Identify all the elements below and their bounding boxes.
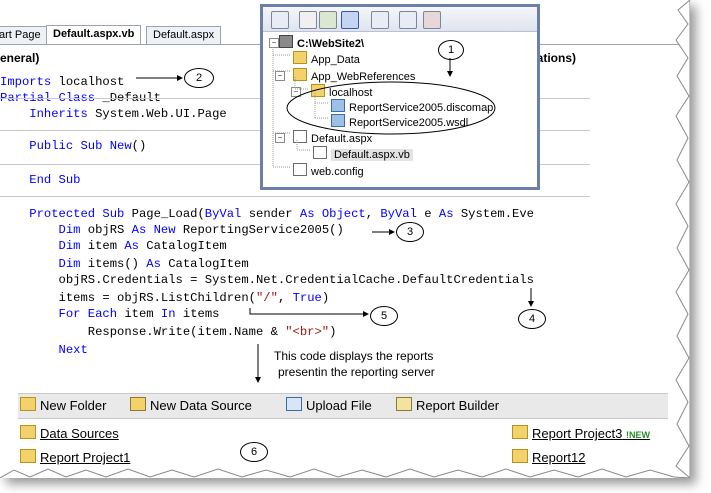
screenshot-frame: art Page Default.aspx.vb Default.aspx en… — [0, 0, 690, 478]
data-source-icon — [130, 397, 146, 411]
folder-icon — [512, 425, 528, 439]
upload-file-button[interactable]: Upload File — [286, 397, 372, 415]
report-item-report-project1[interactable]: Report Project1 — [20, 449, 130, 466]
folder-icon — [20, 397, 36, 411]
folder-icon — [512, 449, 528, 463]
report-manager-toolbar: New Folder New Data Source Upload File R… — [18, 393, 668, 419]
report-item-report12[interactable]: Report12 — [512, 449, 585, 466]
report-builder-button[interactable]: Report Builder — [396, 397, 499, 415]
new-folder-button[interactable]: New Folder — [20, 397, 106, 415]
folder-icon — [20, 449, 36, 463]
report-builder-icon — [396, 397, 412, 411]
new-data-source-button[interactable]: New Data Source — [130, 397, 252, 415]
upload-icon — [286, 397, 302, 411]
report-item-report-project3[interactable]: Report Project3 !NEW — [512, 425, 650, 443]
folder-icon — [20, 425, 36, 439]
annotation-note: This code displays the reports presentin… — [274, 349, 435, 379]
report-item-data-sources[interactable]: Data Sources — [20, 425, 119, 442]
new-badge: !NEW — [625, 430, 650, 440]
